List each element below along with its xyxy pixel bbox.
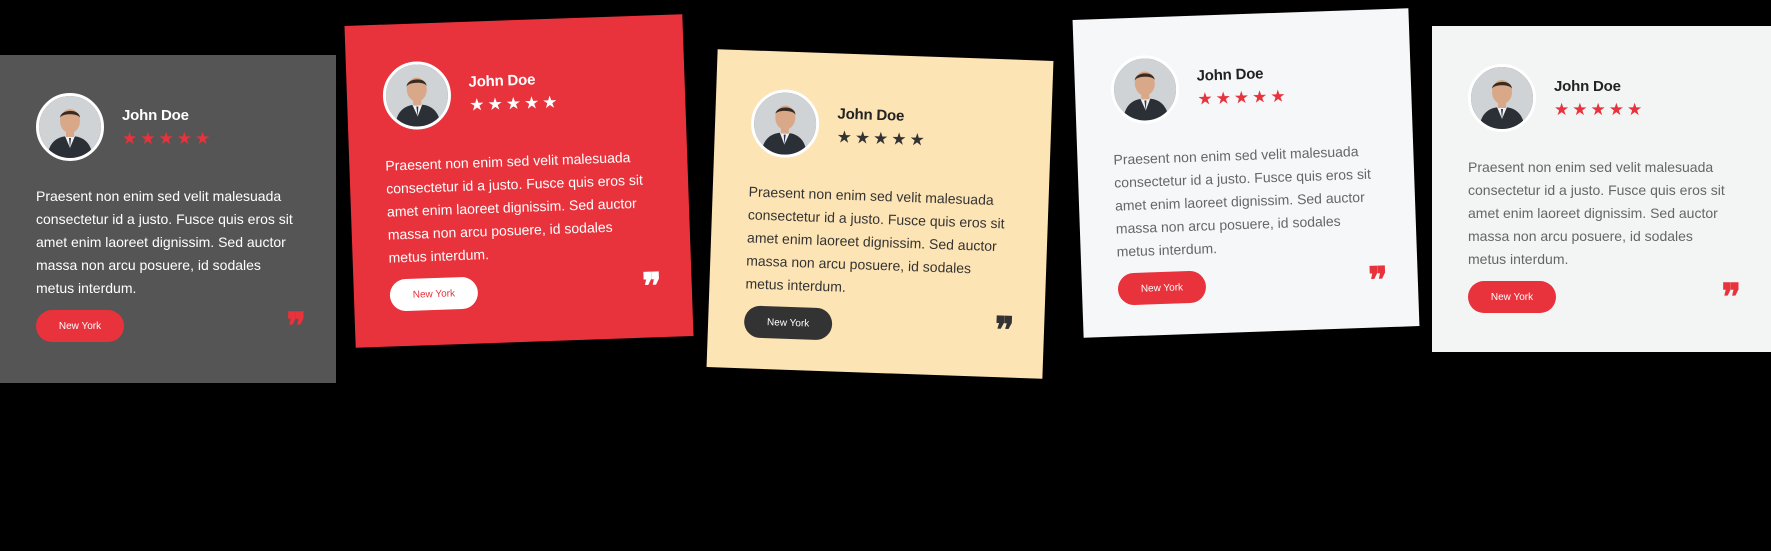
quote-icon: ❞ xyxy=(1367,259,1389,302)
testimonial-card: John Doe ★★★★★ Praesent non enim sed vel… xyxy=(1072,8,1420,338)
star-rating-icon: ★★★★★ xyxy=(122,129,214,148)
reviewer-name: John Doe xyxy=(1554,78,1621,95)
quote-icon: ❞ xyxy=(1721,276,1741,318)
testimonial-text: Praesent non enim sed velit malesuada co… xyxy=(36,188,293,296)
testimonial-card: John Doe ★★★★★ Praesent non enim sed vel… xyxy=(344,14,694,348)
star-rating-icon: ★★★★★ xyxy=(468,92,561,115)
reviewer-name: John Doe xyxy=(837,105,905,125)
avatar xyxy=(749,88,821,159)
star-rating-icon: ★★★★★ xyxy=(836,127,929,150)
testimonial-text: Praesent non enim sed velit malesuada co… xyxy=(745,183,1005,295)
testimonial-text: Praesent non enim sed velit malesuada co… xyxy=(1468,159,1725,267)
quote-icon: ❞ xyxy=(993,309,1015,352)
location-button[interactable]: New York xyxy=(1468,281,1556,313)
star-rating-icon: ★★★★★ xyxy=(1554,100,1646,119)
reviewer-name: John Doe xyxy=(1196,65,1264,85)
location-button[interactable]: New York xyxy=(389,276,479,312)
reviewer-name: John Doe xyxy=(468,71,536,91)
avatar xyxy=(381,60,453,131)
avatar xyxy=(1468,64,1536,132)
avatar xyxy=(1109,54,1181,125)
testimonial-card: John Doe ★★★★★ Praesent non enim sed vel… xyxy=(0,55,336,383)
quote-icon: ❞ xyxy=(641,265,663,308)
star-rating-icon: ★★★★★ xyxy=(1197,86,1289,109)
reviewer-name: John Doe xyxy=(122,107,189,124)
location-button[interactable]: New York xyxy=(1117,270,1207,306)
testimonial-card: John Doe ★★★★★ Praesent non enim sed vel… xyxy=(1432,26,1771,352)
testimonial-card: John Doe ★★★★★ Praesent non enim sed vel… xyxy=(706,49,1054,379)
location-button[interactable]: New York xyxy=(743,305,833,341)
location-button[interactable]: New York xyxy=(36,310,124,342)
quote-icon: ❞ xyxy=(286,305,306,347)
testimonial-text: Praesent non enim sed velit malesuada co… xyxy=(385,149,644,266)
avatar xyxy=(36,93,104,161)
testimonial-text: Praesent non enim sed velit malesuada co… xyxy=(1113,143,1372,260)
